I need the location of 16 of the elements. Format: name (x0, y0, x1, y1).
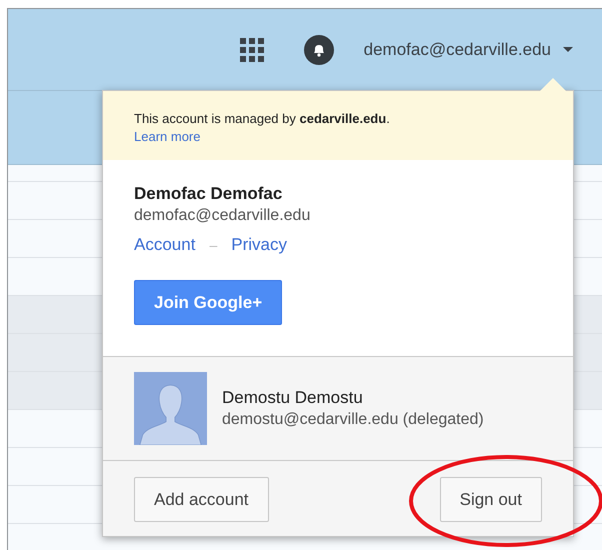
privacy-link[interactable]: Privacy (231, 235, 287, 255)
add-account-button[interactable]: Add account (134, 477, 269, 522)
account-link[interactable]: Account (134, 235, 196, 255)
account-name: Demostu Demostu (222, 388, 364, 408)
separator-dash: – (209, 237, 218, 253)
learn-more-link[interactable]: Learn more (134, 129, 200, 144)
account-row[interactable]: Demostu Demostu demostu@cedarville.edu (delegated) (103, 356, 573, 460)
managed-notice: This account is managed by cedarville.edu. (134, 110, 391, 128)
account-name: Demofac Demofac (134, 184, 284, 204)
bell-icon[interactable] (304, 34, 334, 64)
sign-out-button[interactable]: Sign out (440, 477, 542, 522)
account-email: demofac@cedarville.edu (134, 207, 312, 225)
account-email: demostu@cedarville.edu (delegated) (222, 411, 484, 429)
caret-icon[interactable] (563, 47, 573, 52)
grid-icon[interactable] (240, 38, 264, 62)
account-email-button[interactable]: demofac@cedarville.edu (364, 40, 551, 60)
